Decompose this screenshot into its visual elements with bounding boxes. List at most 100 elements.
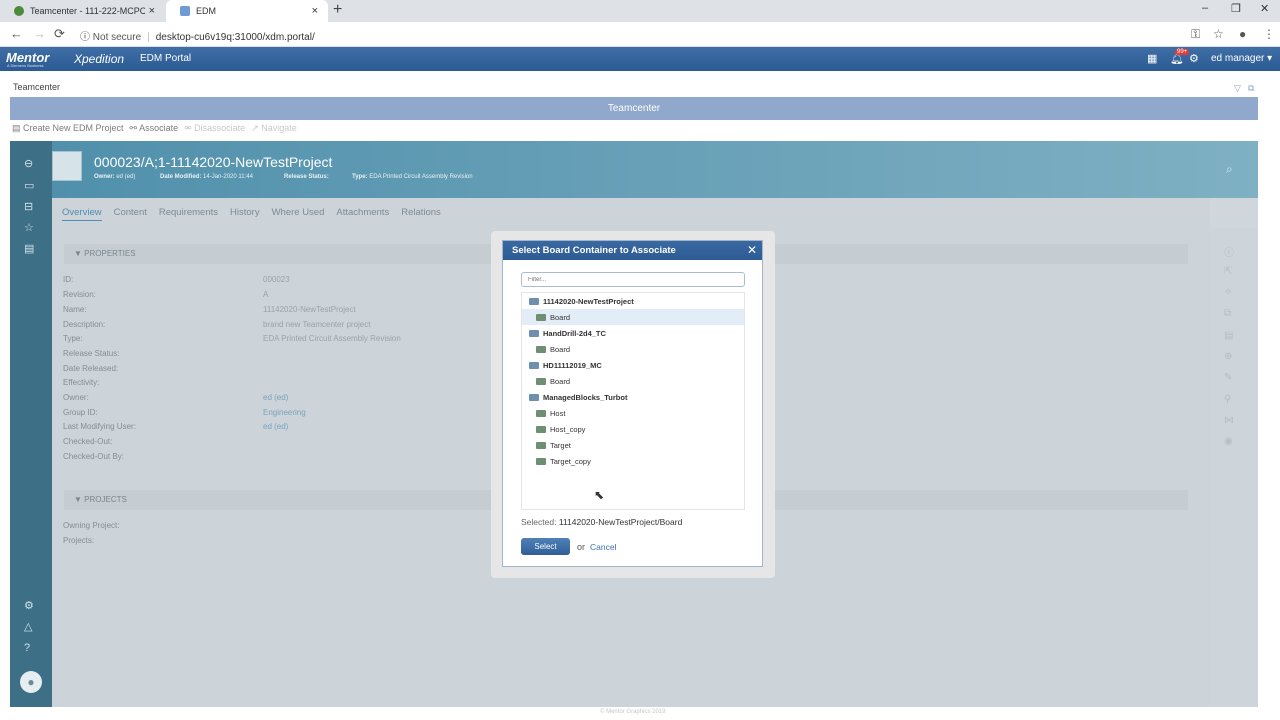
document-icon[interactable]: ▤ xyxy=(24,242,34,255)
tab-requirements[interactable]: Requirements xyxy=(159,207,218,221)
assembly-icon xyxy=(52,151,82,181)
tab-attachments[interactable]: Attachments xyxy=(336,207,389,221)
type-meta-label: Type: xyxy=(352,174,368,180)
user-menu[interactable]: ed manager ▾ xyxy=(1211,53,1272,64)
prop-label-projects: Projects: xyxy=(63,536,95,545)
tree-node-project[interactable]: ManagedBlocks_Turbot xyxy=(522,389,744,405)
associate-button[interactable]: ⚯ Associate xyxy=(130,123,179,137)
link-icon: ⚯ xyxy=(129,123,140,133)
prop-label-checked-out: Checked-Out: xyxy=(63,437,113,446)
minimize-icon[interactable]: – xyxy=(1202,2,1208,14)
forward-icon[interactable]: → xyxy=(33,26,46,41)
tree-node-host-copy[interactable]: Host_copy xyxy=(522,421,744,437)
share-icon[interactable]: ⇱ xyxy=(1224,266,1232,277)
tab-history[interactable]: History xyxy=(230,207,260,221)
settings-icon[interactable]: ⚙ xyxy=(24,599,34,612)
relations-icon[interactable]: ⋈ xyxy=(1224,415,1234,426)
back-circle-icon[interactable]: ⊖ xyxy=(24,157,33,170)
owner-meta-label: Owner: xyxy=(94,174,115,180)
owner-meta-value: ed (ed) xyxy=(116,174,136,180)
alert-icon[interactable]: △ xyxy=(24,620,32,633)
restore-icon[interactable]: ❐ xyxy=(1231,2,1241,15)
disassociate-button[interactable]: ⚮ Disassociate xyxy=(184,123,245,137)
add-icon[interactable]: ⊕ xyxy=(1224,351,1232,362)
app-header: Mentor A Siemens Business Xpedition EDM … xyxy=(0,47,1280,71)
close-tab-icon[interactable]: × xyxy=(312,5,318,17)
navigate-label: Navigate xyxy=(261,123,297,133)
panel-toolbar: ▤ Create New EDM Project ⚯ Associate ⚮ D… xyxy=(12,123,297,137)
close-tab-icon[interactable]: × xyxy=(149,5,155,17)
tab-relations[interactable]: Relations xyxy=(401,207,441,221)
popout-icon[interactable]: ⧉ xyxy=(1248,83,1254,94)
browser-tab-edm[interactable]: EDM × xyxy=(166,0,328,22)
tree-node-label: Board xyxy=(550,376,571,386)
tool-icon[interactable]: ✧ xyxy=(1224,287,1232,298)
unlink-icon: ⚮ xyxy=(184,123,195,133)
tag-icon[interactable]: ⚲ xyxy=(1224,394,1231,405)
prop-value-type: EDA Printed Circuit Assembly Revision xyxy=(263,334,401,343)
tree-node-target-copy[interactable]: Target_copy xyxy=(522,453,744,469)
tree-node-target[interactable]: Target xyxy=(522,437,744,453)
date-meta-value: 14-Jan-2020 11:44 xyxy=(203,174,253,180)
prop-value-group[interactable]: Engineering xyxy=(263,408,306,417)
reload-icon[interactable]: ⟳ xyxy=(54,26,65,42)
folder-icon[interactable]: ▭ xyxy=(24,179,34,192)
prop-value-owner[interactable]: ed (ed) xyxy=(263,393,288,402)
gear-icon[interactable]: ⚙ xyxy=(1189,52,1199,65)
key-icon[interactable]: ⚿ xyxy=(1191,27,1200,42)
copy-icon[interactable]: ⧉ xyxy=(1224,308,1231,319)
tab-content[interactable]: Content xyxy=(114,207,147,221)
date-meta: Date Modified: 14-Jan-2020 11:44 xyxy=(160,174,253,180)
prop-label-type: Type: xyxy=(63,334,83,343)
tree-node-label: Board xyxy=(550,312,571,322)
folder-icon xyxy=(529,393,539,401)
browser-tab-teamcenter[interactable]: Teamcenter - 111-222-MCPCA-1 × xyxy=(0,0,165,22)
search-icon[interactable]: ⌕ xyxy=(1226,162,1233,177)
navigate-button[interactable]: ↗ Navigate xyxy=(251,123,297,137)
tree-node-board[interactable]: Board xyxy=(522,309,744,325)
star-icon[interactable]: ☆ xyxy=(1213,27,1224,41)
new-tab-icon[interactable]: + xyxy=(333,1,342,19)
tree-node-label: HandDrill-2d4_TC xyxy=(543,328,606,338)
cancel-link[interactable]: Cancel xyxy=(590,542,616,552)
tab-label: EDM xyxy=(196,6,216,16)
portal-name: EDM Portal xyxy=(140,53,192,64)
board-tree[interactable]: 11142020-NewTestProject Board HandDrill-… xyxy=(521,292,745,510)
tree-node-project[interactable]: HandDrill-2d4_TC xyxy=(522,325,744,341)
close-window-icon[interactable]: ✕ xyxy=(1260,2,1269,15)
paste-icon[interactable]: ▤ xyxy=(1224,330,1233,341)
select-button[interactable]: Select xyxy=(521,538,570,555)
inbox-icon[interactable]: ⊟ xyxy=(24,200,33,213)
avatar[interactable]: ● xyxy=(20,671,42,693)
apps-grid-icon[interactable]: ▦ xyxy=(1147,52,1157,65)
menu-icon[interactable]: ⋮ xyxy=(1263,27,1275,41)
view-icon[interactable]: ◉ xyxy=(1224,436,1233,447)
folder-icon xyxy=(536,313,546,321)
close-icon[interactable]: ✕ xyxy=(747,241,757,260)
tree-node-label: Host_copy xyxy=(550,424,586,434)
back-icon[interactable]: ← xyxy=(10,26,23,41)
filter-input[interactable] xyxy=(521,272,745,287)
object-tabs: Overview Content Requirements History Wh… xyxy=(62,207,441,221)
profile-icon[interactable]: ● xyxy=(1239,27,1246,41)
dialog-title: Select Board Container to Associate xyxy=(503,241,762,260)
edit-icon[interactable]: ✎ xyxy=(1224,372,1232,383)
tree-node-board[interactable]: Board xyxy=(522,373,744,389)
tab-where-used[interactable]: Where Used xyxy=(272,207,325,221)
tree-node-project[interactable]: 11142020-NewTestProject xyxy=(522,293,744,309)
create-project-button[interactable]: ▤ Create New EDM Project xyxy=(12,123,124,137)
selected-path: Selected: 11142020-NewTestProject/Board xyxy=(521,517,682,527)
prop-value-last-modifying-user[interactable]: ed (ed) xyxy=(263,422,288,431)
tree-node-board[interactable]: Board xyxy=(522,341,744,357)
prop-value-name: 11142020-NewTestProject xyxy=(263,305,356,314)
url-field[interactable]: ⓘ Not secure | desktop-cu6v19q:31000/xdm.p… xyxy=(80,28,315,43)
tree-node-host[interactable]: Host xyxy=(522,405,744,421)
tree-node-project[interactable]: HD11112019_MC xyxy=(522,357,744,373)
tree-node-label: 11142020-NewTestProject xyxy=(543,296,634,306)
help-icon[interactable]: ? xyxy=(24,642,30,654)
folder-icon xyxy=(536,425,546,433)
collapse-icon[interactable]: ▽ xyxy=(1234,83,1241,94)
tab-overview[interactable]: Overview xyxy=(62,207,102,221)
favorites-icon[interactable]: ☆ xyxy=(24,221,34,234)
info-icon[interactable]: ⓘ xyxy=(1224,244,1234,259)
